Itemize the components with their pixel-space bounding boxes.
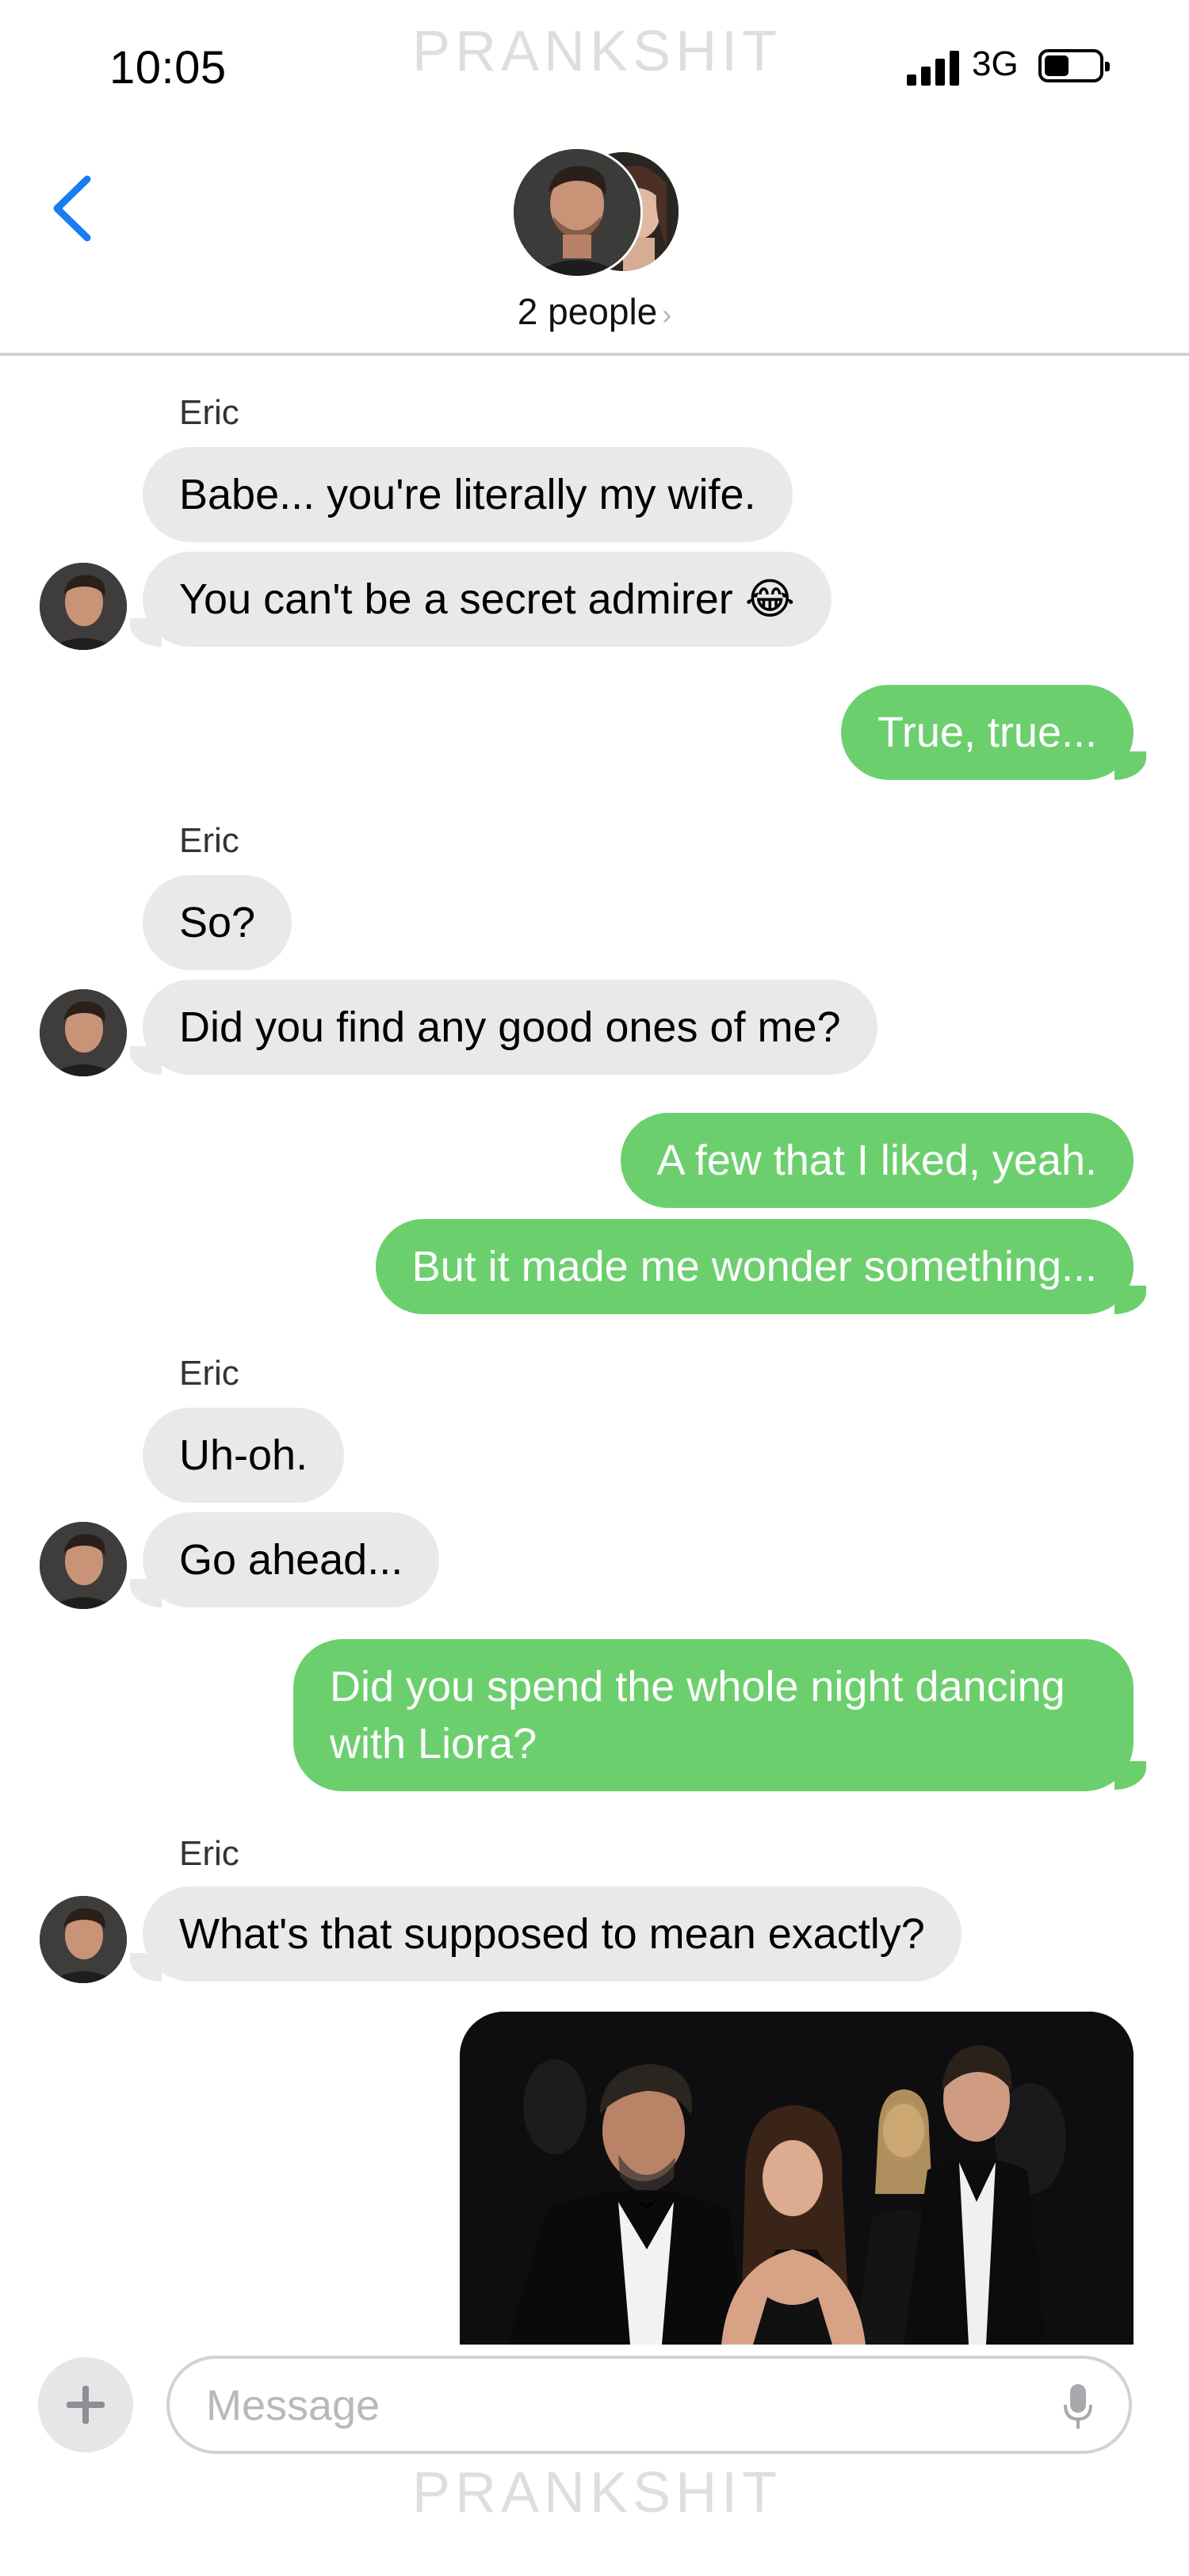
avatar-eric [514,149,640,276]
microphone-icon[interactable] [1062,2383,1094,2432]
incoming-message[interactable]: Did you find any good ones of me? [143,980,877,1075]
watermark-top: PRANKSHIT [412,20,782,83]
network-type: 3G [972,44,1019,83]
sender-name: Eric [179,393,239,432]
incoming-message[interactable]: Uh-oh. [143,1408,345,1503]
chevron-left-icon[interactable] [46,173,101,244]
outgoing-message[interactable]: Did you spend the whole night dancing wi… [293,1639,1134,1791]
bubble-tail [1114,1286,1146,1314]
incoming-message[interactable]: Go ahead... [143,1512,440,1607]
cellular-signal-icon [907,49,962,86]
bubble-tail [1114,751,1146,780]
sender-name: Eric [179,1354,239,1393]
conversation-header: 2 people › [0,135,1189,356]
status-time: 10:05 [109,42,227,94]
outgoing-message[interactable]: A few that I liked, yeah. [620,1113,1134,1208]
sender-name: Eric [179,821,239,860]
photo-message[interactable] [460,2012,1134,2345]
avatar-eric-small [40,563,127,650]
incoming-message[interactable]: What's that supposed to mean exactly? [143,1886,962,1982]
message-input[interactable] [205,2359,1016,2452]
bubble-tail [1114,1761,1146,1790]
message-field-container[interactable] [166,2356,1132,2454]
avatar-eric-small [40,1522,127,1609]
outgoing-message[interactable]: True, true... [840,685,1134,780]
incoming-message[interactable]: You can't be a secret admirer 😂 [143,552,832,647]
incoming-message[interactable]: Babe... you're literally my wife. [143,447,793,542]
composer-bar [0,2346,1189,2457]
people-count: 2 people [517,291,658,332]
avatar-eric-small [40,1896,127,1983]
outgoing-message[interactable]: But it made me wonder something... [375,1219,1134,1314]
incoming-message[interactable]: So? [143,875,292,970]
chevron-right-icon: › [662,298,672,331]
battery-icon [1038,49,1110,82]
avatar-eric-small [40,989,127,1076]
group-avatars[interactable] [514,149,680,276]
plus-icon[interactable] [38,2357,133,2452]
watermark-bottom: PRANKSHIT [412,2461,782,2524]
sender-name: Eric [179,1834,239,1873]
conversation-subtitle[interactable]: 2 people › [0,290,1189,333]
